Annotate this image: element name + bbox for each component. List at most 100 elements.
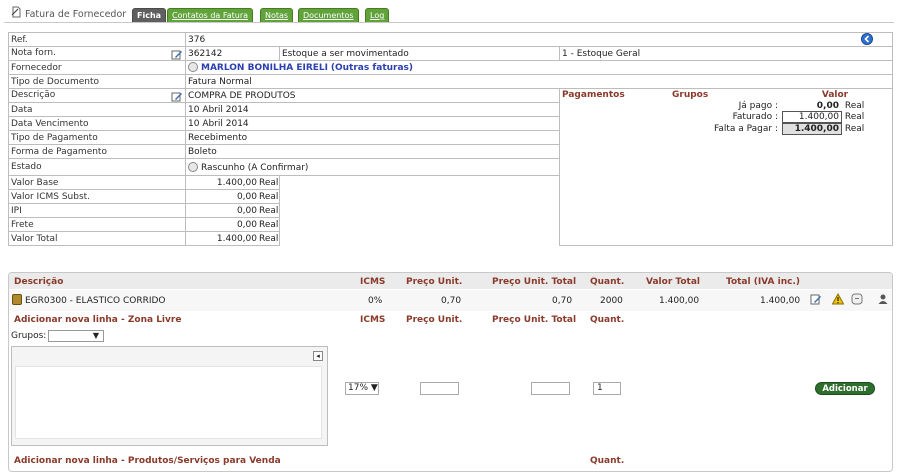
tab-ficha[interactable]: Ficha — [132, 8, 167, 22]
estado-label: Estado — [8, 158, 186, 176]
line-icms: 0% — [368, 296, 383, 306]
tipo-doc-value: Fatura Normal — [184, 74, 894, 89]
pagamentos-header: Pagamentos — [562, 89, 625, 100]
icms-select[interactable]: 17% ▼ — [345, 382, 379, 395]
payments-table: Pagamentos Grupos Valor Já pago : 0,00 R… — [561, 89, 890, 135]
edit-icon[interactable] — [171, 49, 183, 60]
ref-label: Ref. — [8, 32, 186, 47]
free-col-icms: ICMS — [360, 315, 386, 325]
col-preco-unit-total: Preço Unit. Total — [492, 277, 577, 287]
stock-text: Estoque a ser movimentado — [279, 46, 560, 61]
edit-icon[interactable] — [171, 91, 183, 102]
nota-label: Nota forn. — [11, 47, 56, 58]
currency: Real — [259, 177, 279, 188]
add-free-title: Adicionar nova linha - Zona Livre — [14, 315, 182, 325]
grupos-label: Grupos: — [11, 331, 47, 341]
data-label: Data — [8, 102, 186, 117]
estado-value: Rascunho (A Confirmar) — [185, 158, 560, 176]
preco-unit-input[interactable] — [420, 382, 459, 395]
estado-text: Rascunho (A Confirmar) — [201, 162, 309, 173]
product-icon — [12, 294, 22, 305]
currency: Real — [259, 191, 279, 202]
grupos-header: Grupos — [672, 89, 709, 100]
free-col-preco-unit: Preço Unit. — [406, 315, 463, 325]
empty-cell — [280, 190, 560, 204]
preco-unit-total-input[interactable] — [531, 382, 570, 395]
tab-log[interactable]: Log — [365, 8, 390, 22]
empty-cell — [280, 218, 560, 232]
currency: Real — [259, 205, 279, 216]
add-line-button[interactable]: Adicionar — [815, 382, 875, 395]
col-icms: ICMS — [360, 277, 386, 287]
invoice-info-table: Ref. 376 Nota forn. 362142 Estoque a ser… — [8, 32, 894, 246]
col-descricao: Descrição — [14, 277, 64, 287]
faturado-value: 1.400,00 — [782, 111, 842, 123]
add-products-title: Adicionar nova linha - Produtos/Serviços… — [14, 456, 281, 466]
line-description[interactable]: EGR0300 - ELASTICO CORRIDO — [25, 296, 166, 306]
tipo-doc-label: Tipo de Documento — [8, 74, 186, 89]
valor-base-value: 1.400,00 Real — [185, 175, 280, 190]
supplier-icon — [188, 62, 198, 72]
currency: Real — [844, 112, 865, 122]
falta-label: Falta a Pagar : — [713, 124, 778, 134]
currency: Real — [844, 100, 865, 111]
ja-pago-value: 0,00 — [816, 100, 839, 111]
free-col-preco-unit-total: Preço Unit. Total — [492, 315, 577, 325]
quant-input[interactable]: 1 — [593, 382, 621, 395]
empty-cell — [280, 204, 560, 218]
icms-subst-label: Valor ICMS Subst. — [8, 189, 186, 204]
empty-cell — [280, 176, 560, 190]
tipo-pag-label: Tipo de Pagamento — [8, 130, 186, 145]
tab-notas[interactable]: Notas — [260, 8, 294, 22]
tab-divider — [4, 22, 894, 23]
valor-base-label: Valor Base — [8, 175, 186, 190]
info-icon[interactable] — [851, 293, 863, 305]
fornecedor-label: Fornecedor — [8, 60, 186, 75]
tab-contatos[interactable]: Contatos da Fatura — [167, 8, 254, 22]
currency: Real — [259, 219, 279, 230]
faturado-cell: 1.400,00 Real — [780, 111, 890, 123]
col-preco-unit: Preço Unit. — [406, 277, 463, 287]
back-icon[interactable] — [861, 33, 873, 45]
currency: Real — [844, 124, 865, 134]
grupos-select[interactable]: ▼ — [48, 330, 104, 342]
tab-documentos[interactable]: Documentos — [298, 8, 359, 22]
line-preco-unit-total: 0,70 — [552, 296, 573, 306]
warning-icon[interactable] — [832, 293, 844, 305]
col-valor-total: Valor Total — [646, 277, 700, 287]
data-value: 10 Abril 2014 — [185, 102, 560, 117]
fornecedor-link[interactable]: MARLON BONILHA EIRELI — [201, 63, 328, 73]
products-col-quant: Quant. — [590, 456, 625, 466]
fornecedor-value: MARLON BONILHA EIRELI (Outras faturas) — [184, 60, 894, 75]
user-icon[interactable] — [877, 293, 889, 305]
frete-value: 0,00 Real — [185, 217, 280, 232]
nota-value: 362142 — [185, 46, 280, 61]
collapse-toolbar-button[interactable]: ◂ — [313, 351, 323, 361]
empty-cell — [280, 232, 560, 246]
tipo-pag-value: Recebimento — [185, 130, 560, 145]
nota-row-label: Nota forn. — [8, 46, 186, 61]
line-preco-unit: 0,70 — [441, 296, 462, 306]
ja-pago-cell: 0,00 Real — [780, 100, 890, 111]
frete-label: Frete — [8, 217, 186, 232]
ipi-value: 0,00 Real — [185, 203, 280, 218]
outras-faturas-link[interactable]: (Outras faturas) — [331, 63, 413, 73]
ja-pago-label: Já pago : — [738, 100, 778, 111]
vencimento-label: Data Vencimento — [8, 116, 186, 131]
status-icon — [188, 161, 198, 172]
vencimento-value: 10 Abril 2014 — [185, 116, 560, 131]
line-total-iva: 1.400,00 — [760, 296, 801, 306]
description-textarea[interactable] — [15, 366, 322, 439]
forma-pag-value: Boleto — [185, 144, 560, 159]
col-total-iva: Total (IVA inc.) — [726, 277, 800, 287]
icms-subst-amount: 0,00 — [236, 191, 257, 202]
falta-cell: 1.400,00 Real — [780, 123, 890, 135]
valor-header: Valor — [821, 89, 849, 100]
faturado-label: Faturado : — [732, 112, 778, 122]
edit-icon[interactable] — [810, 293, 822, 305]
ref-value: 376 — [184, 32, 894, 47]
line-valor-total: 1.400,00 — [659, 296, 700, 306]
valor-total-value: 1.400,00 Real — [185, 231, 280, 246]
payments-panel: Pagamentos Grupos Valor Já pago : 0,00 R… — [558, 88, 894, 246]
currency: Real — [259, 233, 279, 244]
